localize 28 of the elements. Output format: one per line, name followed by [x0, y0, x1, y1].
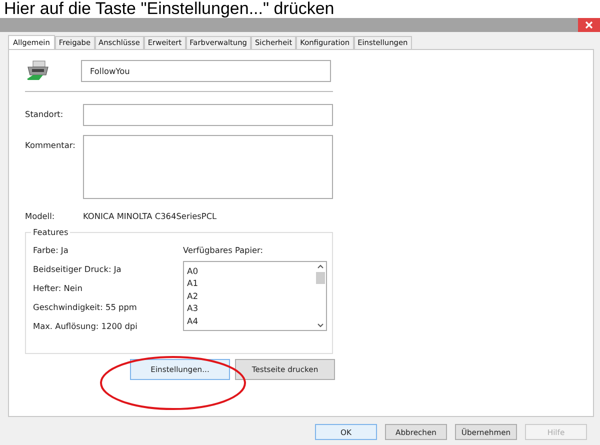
feature-text: Farbe: Ja — [33, 245, 70, 255]
printer-name-field[interactable]: FollowYou — [81, 60, 331, 82]
printer-icon — [25, 60, 51, 82]
model-value: KONICA MINOLTA C364SeriesPCL — [83, 211, 217, 221]
paper-item[interactable]: A2 — [187, 290, 311, 302]
close-button[interactable] — [578, 18, 600, 32]
paper-item[interactable]: A1 — [187, 277, 311, 290]
scroll-up-icon[interactable] — [316, 264, 324, 269]
scrollbar[interactable] — [314, 262, 326, 330]
feature-text: Geschwindigkeit: 55 ppm — [33, 302, 138, 312]
scroll-thumb[interactable] — [316, 272, 324, 284]
paper-item[interactable]: A4 — [187, 314, 311, 328]
feature-text: Beidseitiger Druck: Ja — [33, 264, 122, 274]
paper-label: Verfügbares Papier: — [183, 245, 264, 255]
paper-item[interactable]: A0 — [187, 265, 311, 278]
location-field[interactable] — [83, 104, 333, 126]
paper-list[interactable]: A0 A1 A2 A3 A4 — [183, 261, 327, 331]
feature-text: Max. Auflösung: 1200 dpi — [33, 321, 138, 331]
comment-label: Kommentar: — [25, 139, 76, 150]
close-icon — [585, 21, 593, 29]
features-title: Features — [31, 227, 70, 237]
comment-field[interactable] — [83, 135, 333, 199]
location-label: Standort: — [25, 108, 64, 119]
model-label: Modell: — [25, 211, 56, 221]
scroll-down-icon[interactable] — [316, 323, 324, 328]
paper-item[interactable]: A3 — [187, 302, 311, 315]
caption-text: Hier auf die Taste "Einstellungen..." drücken — [3, 0, 336, 18]
feature-text: Hefter: Nein — [33, 283, 84, 293]
